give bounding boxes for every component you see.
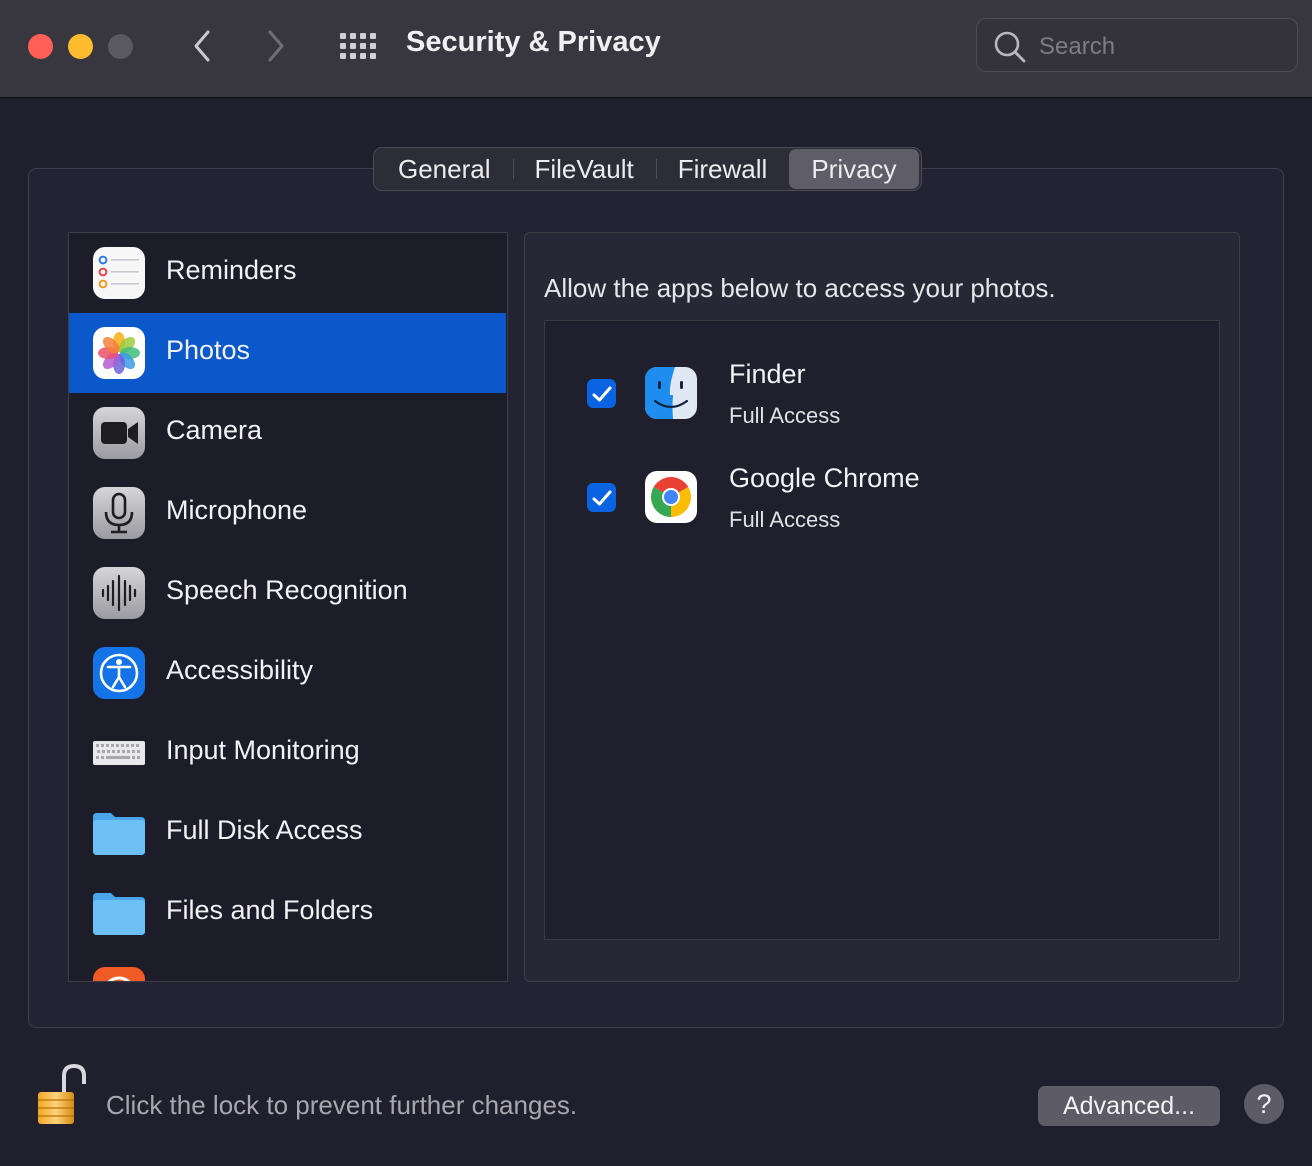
- sidebar-item-reminders[interactable]: Reminders: [69, 233, 506, 313]
- app-row-google-chrome: Google Chrome Full Access: [545, 425, 1217, 532]
- permission-description: Allow the apps below to access your phot…: [544, 273, 1056, 303]
- tab-firewall[interactable]: Firewall: [655, 149, 790, 189]
- sidebar-item-label: Reminders: [166, 255, 297, 285]
- accessibility-icon: [93, 647, 145, 699]
- close-window-button[interactable]: [28, 34, 53, 59]
- lock-message: Click the lock to prevent further change…: [106, 1090, 578, 1120]
- photos-icon: [93, 327, 145, 379]
- sidebar-item-camera[interactable]: Camera: [69, 393, 506, 473]
- privacy-category-list[interactable]: Reminders Photos Camera Microphone Speec…: [68, 232, 508, 982]
- app-row-finder: Finder Full Access: [545, 321, 1217, 428]
- tab-privacy[interactable]: Privacy: [789, 149, 919, 189]
- google-chrome-checkbox[interactable]: [587, 483, 616, 512]
- chrome-icon: [645, 471, 697, 523]
- app-name: Finder: [729, 359, 806, 389]
- folder-icon: [93, 813, 145, 855]
- reminders-icon: [93, 247, 145, 299]
- help-button[interactable]: ?: [1244, 1084, 1284, 1124]
- sidebar-item-label: Microphone: [166, 495, 308, 525]
- checkmark-icon: [592, 490, 611, 505]
- back-button[interactable]: [182, 26, 222, 66]
- sidebar-item-photos[interactable]: Photos: [69, 313, 506, 393]
- finder-checkbox[interactable]: [587, 379, 616, 408]
- sidebar-item-label: Camera: [166, 415, 263, 445]
- tab-filevault[interactable]: FileVault: [512, 149, 656, 189]
- advanced-button[interactable]: Advanced...: [1038, 1086, 1220, 1126]
- sidebar-item-speech-recognition[interactable]: Speech Recognition: [69, 553, 506, 633]
- partially-hidden-app-icon: [93, 967, 145, 981]
- unlocked-padlock-icon[interactable]: [34, 1062, 90, 1128]
- chevron-left-icon: [194, 30, 210, 62]
- sidebar-item-label: Accessibility: [166, 655, 314, 685]
- sidebar-item-label: Files and Folders: [166, 895, 374, 925]
- tab-general[interactable]: General: [376, 149, 513, 189]
- sidebar-item-files-and-folders[interactable]: Files and Folders: [69, 873, 506, 953]
- microphone-icon: [93, 487, 145, 539]
- checkmark-icon: [592, 386, 611, 401]
- sidebar-item-input-monitoring[interactable]: Input Monitoring: [69, 713, 506, 793]
- sidebar-item-label: Photos: [166, 335, 251, 365]
- sidebar-item-label: Full Disk Access: [166, 815, 363, 845]
- sidebar-item-label: Input Monitoring: [166, 735, 360, 765]
- speech-recognition-icon: [93, 567, 145, 619]
- zoom-window-button[interactable]: [108, 34, 133, 59]
- keyboard-icon: [93, 741, 145, 765]
- forward-button[interactable]: [256, 26, 296, 66]
- chevron-right-icon: [268, 30, 284, 62]
- app-access-level: Full Access: [729, 507, 841, 532]
- finder-icon: [645, 367, 697, 419]
- sidebar-item-microphone[interactable]: Microphone: [69, 473, 506, 553]
- sidebar-item-accessibility[interactable]: Accessibility: [69, 633, 506, 713]
- search-input[interactable]: [1037, 29, 1291, 65]
- search-icon: [994, 31, 1026, 63]
- app-name: Google Chrome: [729, 463, 920, 493]
- title-bar: Security & Privacy: [0, 0, 1312, 99]
- window-title: Security & Privacy: [406, 26, 661, 58]
- sidebar-item-label: Speech Recognition: [166, 575, 408, 605]
- minimize-window-button[interactable]: [68, 34, 93, 59]
- folder-icon: [93, 893, 145, 935]
- app-list[interactable]: Finder Full Access Google Chrome Full Ac…: [544, 320, 1220, 940]
- search-field[interactable]: [976, 18, 1298, 72]
- sidebar-item-partial[interactable]: [69, 953, 506, 981]
- sidebar-item-full-disk-access[interactable]: Full Disk Access: [69, 793, 506, 873]
- camera-icon: [93, 407, 145, 459]
- tab-bar: General FileVault Firewall Privacy: [373, 147, 922, 191]
- show-all-grid-button[interactable]: [338, 28, 378, 64]
